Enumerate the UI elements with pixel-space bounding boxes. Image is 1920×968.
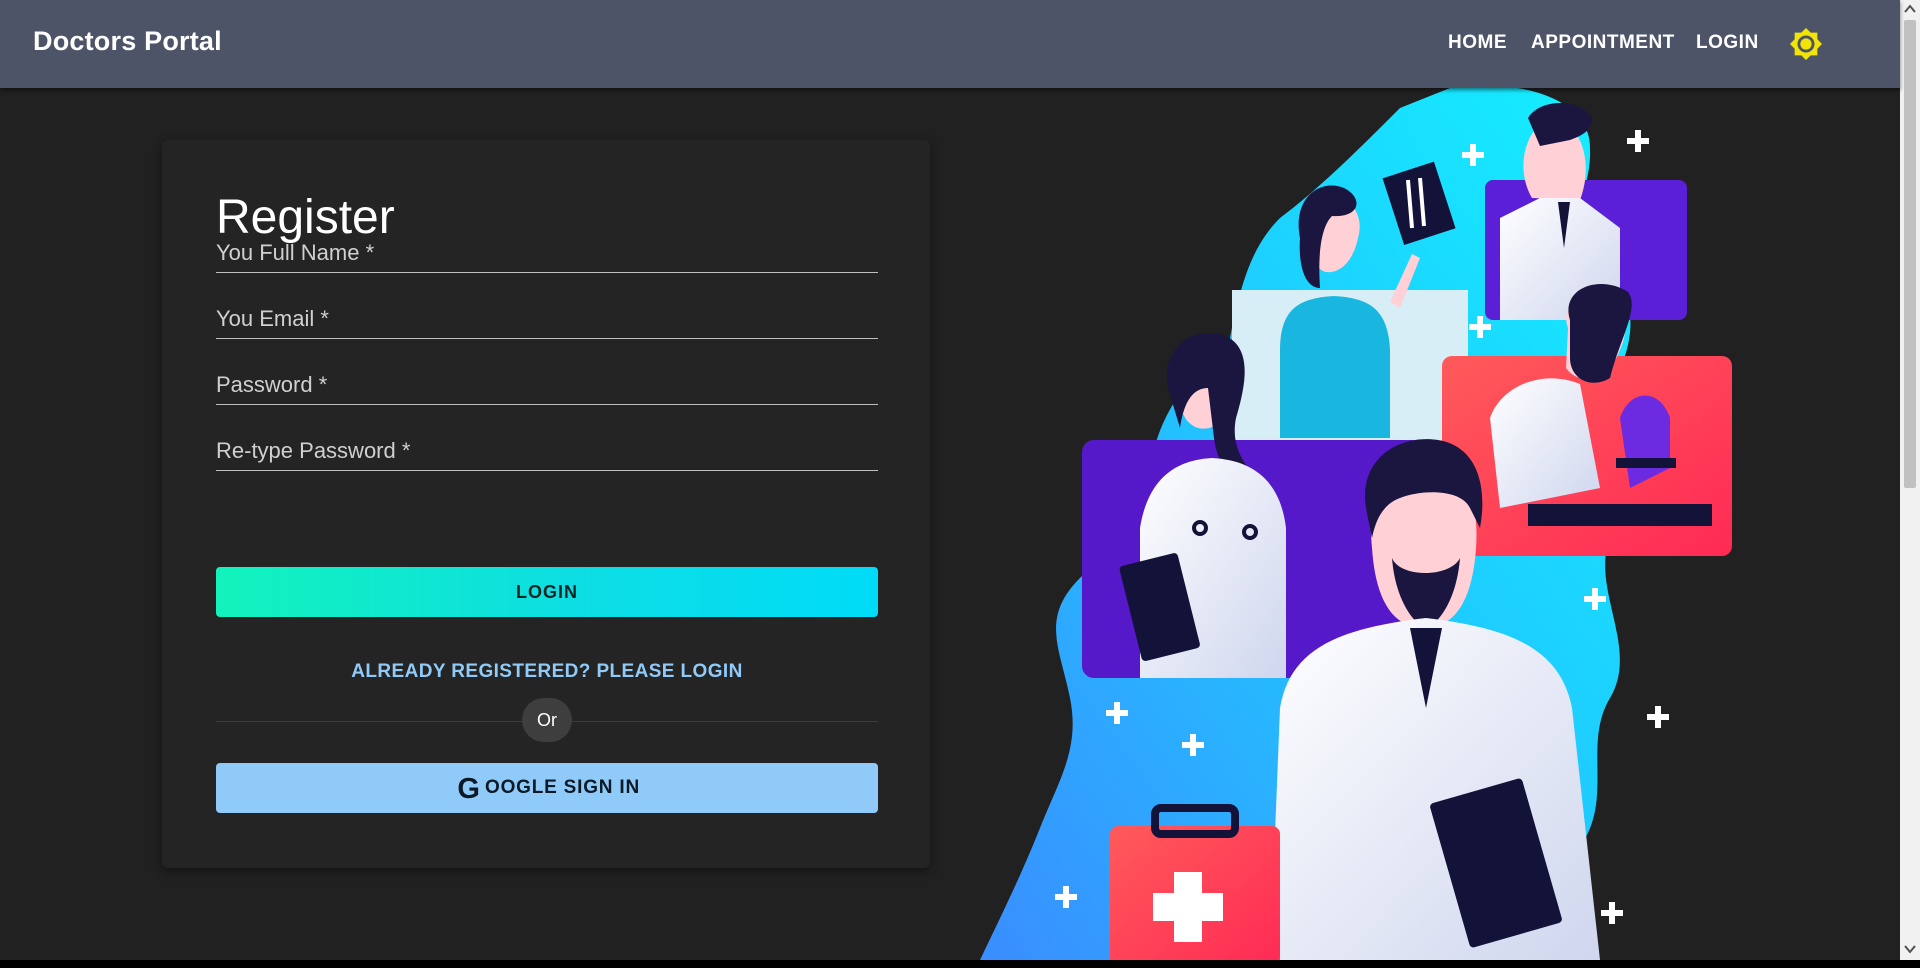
divider-left bbox=[216, 721, 522, 722]
already-registered-link[interactable]: ALREADY REGISTERED? PLEASE LOGIN bbox=[216, 661, 878, 683]
google-icon: G bbox=[454, 773, 484, 805]
main-content: Register You Full Name * You Email * Pas… bbox=[0, 88, 1900, 960]
retype-password-input[interactable] bbox=[216, 422, 882, 472]
password-input[interactable] bbox=[216, 356, 882, 406]
or-divider-chip: Or bbox=[522, 698, 572, 742]
email-field[interactable]: You Email * bbox=[216, 290, 882, 340]
sun-icon[interactable] bbox=[1789, 27, 1823, 61]
nav-appointment[interactable]: APPOINTMENT bbox=[1531, 32, 1675, 54]
google-sign-in-button[interactable]: G OOGLE SIGN IN bbox=[216, 763, 878, 813]
register-card: Register You Full Name * You Email * Pas… bbox=[162, 140, 930, 868]
divider-right bbox=[572, 721, 878, 722]
bottom-edge-strip bbox=[0, 960, 1920, 968]
doctors-illustration bbox=[980, 88, 1732, 960]
login-button[interactable]: LOGIN bbox=[216, 567, 878, 617]
scroll-up-arrow-icon[interactable] bbox=[1900, 0, 1920, 18]
scrollbar-thumb[interactable] bbox=[1904, 20, 1916, 488]
nav-login[interactable]: LOGIN bbox=[1696, 32, 1759, 54]
email-input[interactable] bbox=[216, 290, 882, 340]
page-scrollbar[interactable] bbox=[1900, 0, 1920, 960]
brand-title[interactable]: Doctors Portal bbox=[33, 26, 222, 57]
google-icon-letter: G bbox=[457, 773, 480, 803]
app-bar: Doctors Portal HOME APPOINTMENT LOGIN bbox=[0, 0, 1900, 88]
nav-home[interactable]: HOME bbox=[1448, 32, 1507, 54]
password-field[interactable]: Password * bbox=[216, 356, 882, 406]
scroll-down-arrow-icon[interactable] bbox=[1900, 940, 1920, 958]
full-name-field[interactable]: You Full Name * bbox=[216, 224, 882, 274]
retype-password-field[interactable]: Re-type Password * bbox=[216, 422, 882, 472]
full-name-input[interactable] bbox=[216, 224, 882, 274]
google-sign-in-label: OOGLE SIGN IN bbox=[484, 777, 641, 798]
